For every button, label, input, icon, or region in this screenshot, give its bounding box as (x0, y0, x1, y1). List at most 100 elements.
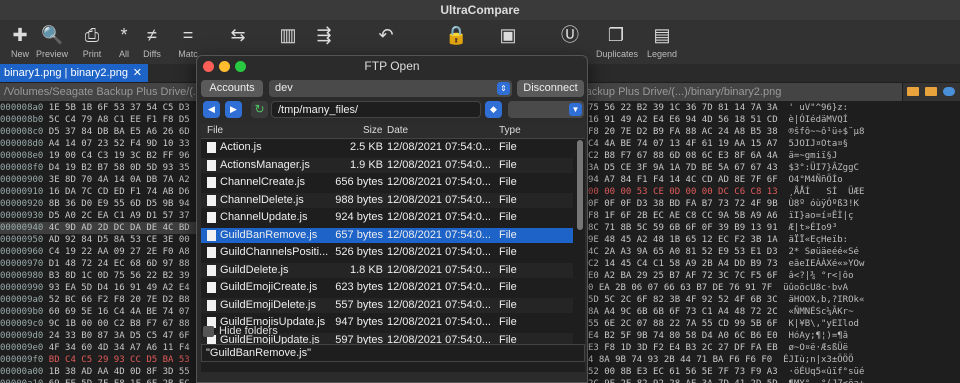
minimize-window-icon[interactable] (219, 61, 230, 72)
hex-ascii: ïI}ao=í¤ÊÌ|ç (788, 211, 854, 221)
left-hex-row: 00000990 93 EA 5D D4 16 91 49 A2 E4 (0, 282, 196, 294)
hex-bytes: C4 4A BE 74 07 13 4F 61 19 AA 15 A7 (588, 139, 778, 149)
left-hex-row: 00000920 8B 36 D0 E9 55 6D D5 9B 94 (0, 198, 196, 210)
list-scrollbar[interactable] (577, 140, 583, 230)
left-hex-row: 00000910 16 DA 7C CD ED F1 74 AB D6 (0, 186, 196, 198)
left-hex-row: 00000970 D1 48 72 24 EC 68 6D 97 88 (0, 258, 196, 270)
file-row[interactable]: ChannelDelete.js 988 bytes 12/08/2021 07:5… (201, 192, 573, 208)
file-row[interactable]: GuildBanRemove.js 657 bytes 12/08/2021 07:… (201, 227, 573, 243)
hex-ascii: ' uV"^96}z: (788, 103, 849, 113)
hex-offset: 00000970 (0, 259, 44, 269)
toolbar-button[interactable]: ▤ Legend (642, 22, 682, 62)
hex-bytes: 3E 8D 70 4A 14 0A DB 7A A2 (48, 175, 190, 185)
remote-path-field[interactable]: /tmp/many_files/ (271, 101, 481, 118)
left-hex-row: 00000900 3E 8D 70 4A 14 0A DB 7A A2 (0, 174, 196, 186)
toolbar-button[interactable]: ❐ Duplicates (596, 22, 638, 62)
filter-select[interactable]: ▼ (508, 101, 584, 118)
filename-field[interactable]: "GuildBanRemove.js" (201, 344, 585, 362)
folder-icon[interactable] (925, 87, 937, 96)
file-row[interactable]: ChannelCreate.js 656 bytes 12/08/2021 07:5… (201, 175, 573, 190)
hex-bytes: 0F 0F 0F D3 38 BD FA B7 73 72 4F 9B (588, 199, 778, 209)
back-icon[interactable]: ◀ (203, 101, 220, 118)
hex-bytes: F8 1F 6F 2B EC AE C8 CC 9A 5B A9 A6 (588, 211, 778, 221)
right-hex-row: 5D 5C 2C 6F 82 3B 4F 92 52 4F 6B 3C äHOO… (588, 294, 960, 306)
right-hex-row: E0 A2 BA 29 25 B7 AF 72 3C 7C F5 6F â<?|… (588, 270, 960, 282)
hex-offset: 00000900 (0, 175, 44, 185)
hex-ascii: â<?|¾ °r<|ôo (788, 271, 854, 281)
right-hex-row: C2 B8 F7 67 88 6D 08 6C E3 8F 6A 4A ä=~g… (588, 150, 960, 162)
refresh-icon[interactable]: ↻ (251, 101, 268, 118)
right-hex-pane[interactable]: 75 56 22 B2 39 1C 36 7D 81 14 7A 3A ' uV… (588, 102, 960, 383)
column-file[interactable]: File (207, 125, 223, 136)
file-type: File (499, 298, 517, 311)
hex-offset: 000008e0 (0, 151, 44, 161)
right-hex-row: C2 14 45 C4 C1 58 A9 2B A4 DD B9 73 eâeI… (588, 258, 960, 270)
ftp-open-dialog: FTP Open Accounts dev ⇕ Disconnect ◀ ▶ ↻… (196, 55, 588, 383)
column-type[interactable]: Type (499, 125, 521, 136)
cloud-icon[interactable] (943, 87, 955, 96)
file-row[interactable]: GuildDelete.js 1.8 KB 12/08/2021 07:54:0..… (201, 262, 573, 278)
hex-offset: 000009e0 (0, 343, 44, 353)
file-row[interactable]: GuildChannelsPositi... 526 bytes 12/08/202… (201, 245, 573, 260)
hex-bytes: 8A A4 9C 6B 6B 6F 73 C1 A4 48 72 2C (588, 307, 778, 317)
left-hex-row: 00000980 B3 8D 1C 0D 75 56 22 B2 39 (0, 270, 196, 282)
file-row[interactable]: GuildEmojiCreate.js 623 bytes 12/08/2021 0… (201, 280, 573, 295)
hex-bytes: 55 6E 2C 07 88 22 7A 55 CD 99 5B 6F (588, 319, 778, 329)
hex-bytes: 60 69 5E 16 C4 4A BE 74 07 (48, 307, 190, 317)
add-icon[interactable]: ◆ (485, 101, 502, 118)
left-hex-row: 000008c0 D5 37 84 DB BA E5 A6 26 6D (0, 126, 196, 138)
column-size[interactable]: Size (363, 125, 382, 136)
save-icon: ▣ (499, 25, 517, 45)
right-hex-row: 8A A4 9C 6B 6B 6F 73 C1 A4 48 72 2C «ÑMN… (588, 306, 960, 318)
file-icon (207, 247, 216, 258)
accounts-button[interactable]: Accounts (201, 80, 263, 97)
account-select[interactable]: dev ⇕ (269, 80, 512, 97)
hex-ascii: äÏÏ«EçHeïb: (788, 235, 849, 245)
hex-offset: 00000930 (0, 211, 44, 221)
hex-bytes: 93 EA 5D D4 16 91 49 A2 E4 (48, 283, 190, 293)
file-size: 623 bytes (335, 281, 383, 293)
legend-icon: ▤ (653, 25, 671, 45)
hex-offset: 000008c0 (0, 127, 44, 137)
hex-offset: 000009a0 (0, 295, 44, 305)
hex-bytes: C2 14 45 C4 C1 58 A9 2B A4 DD B9 73 (588, 259, 778, 269)
hex-bytes: E0 A2 BA 29 25 B7 AF 72 3C 7C F5 6F (588, 271, 778, 281)
file-date: 12/08/2021 07:54:0... (387, 298, 491, 311)
hex-bytes: C2 B8 F7 67 88 6D 08 6C E3 8F 6A 4A (588, 151, 778, 161)
new-icon: ✚ (12, 25, 28, 45)
forward-icon[interactable]: ▶ (225, 101, 242, 118)
close-window-icon[interactable] (203, 61, 214, 72)
hex-bytes: 52 00 8B E3 EC 61 56 5E 7F 73 F9 A3 (588, 367, 778, 377)
hex-offset: 00000a10 (0, 379, 43, 383)
column-date[interactable]: Date (387, 125, 408, 136)
hex-ascii: ·öÉUq5«ûïf°süé (788, 367, 865, 377)
file-row[interactable]: GuildEmojiDelete.js 557 bytes 12/08/2021 0… (201, 297, 573, 313)
right-hex-row: 94 A7 84 F1 F4 14 4C CD AD 8E 7F 6F O4°M… (588, 174, 960, 186)
left-hex-row: 000009b0 60 69 5E 16 C4 4A BE 74 07 (0, 306, 196, 318)
remote-path-value: /tmp/many_files/ (278, 104, 359, 116)
hex-bytes: 2C 9E 2E 82 92 28 AE 3A 7D 41 2D 5D (588, 379, 778, 383)
left-hex-row: 000008b0 5C C4 79 A8 C1 EE F1 F8 D5 (0, 114, 196, 126)
disconnect-button[interactable]: Disconnect (517, 80, 584, 97)
zoom-window-icon[interactable] (235, 61, 246, 72)
file-row[interactable]: ChannelUpdate.js 924 bytes 12/08/2021 07:5… (201, 210, 573, 225)
file-date: 12/08/2021 07:54:0... (387, 246, 491, 258)
hex-offset: 000009c0 (0, 319, 44, 329)
hex-offset: 000009f0 (0, 355, 44, 365)
toolbar-button[interactable]: 🔍 Preview (32, 22, 72, 62)
left-hex-pane[interactable]: 000008a0 1E 5B 1B 6F 53 37 54 C5 D3 00000… (0, 102, 196, 383)
merge-icon: ⇶ (316, 25, 332, 45)
not-equal-icon: ≠ (147, 25, 157, 45)
hex-bytes: 16 91 49 A2 E4 E6 94 4D 56 18 51 CD (588, 115, 778, 125)
close-tab-icon[interactable]: ✕ (133, 64, 142, 82)
right-hex-row: F8 20 7E D2 B9 FA 88 AC 24 A8 B5 38 ®ŝfô… (588, 126, 960, 138)
account-value: dev (275, 82, 293, 94)
file-row[interactable]: ActionsManager.js 1.9 KB 12/08/2021 07:54:… (201, 157, 573, 173)
hide-folders-checkbox[interactable] (203, 326, 214, 337)
file-row[interactable]: Action.js 2.5 KB 12/08/2021 07:54:0... File (201, 140, 573, 155)
folder-open-icon[interactable] (907, 87, 919, 96)
toolbar-button[interactable]: ≠ Diffs (132, 22, 172, 62)
file-type: File (499, 211, 517, 223)
tab-binary-compare[interactable]: binary1.png | binary2.png ✕ (0, 64, 148, 82)
left-hex-row: 00000930 D5 A0 2C EA C1 A9 D1 57 37 (0, 210, 196, 222)
